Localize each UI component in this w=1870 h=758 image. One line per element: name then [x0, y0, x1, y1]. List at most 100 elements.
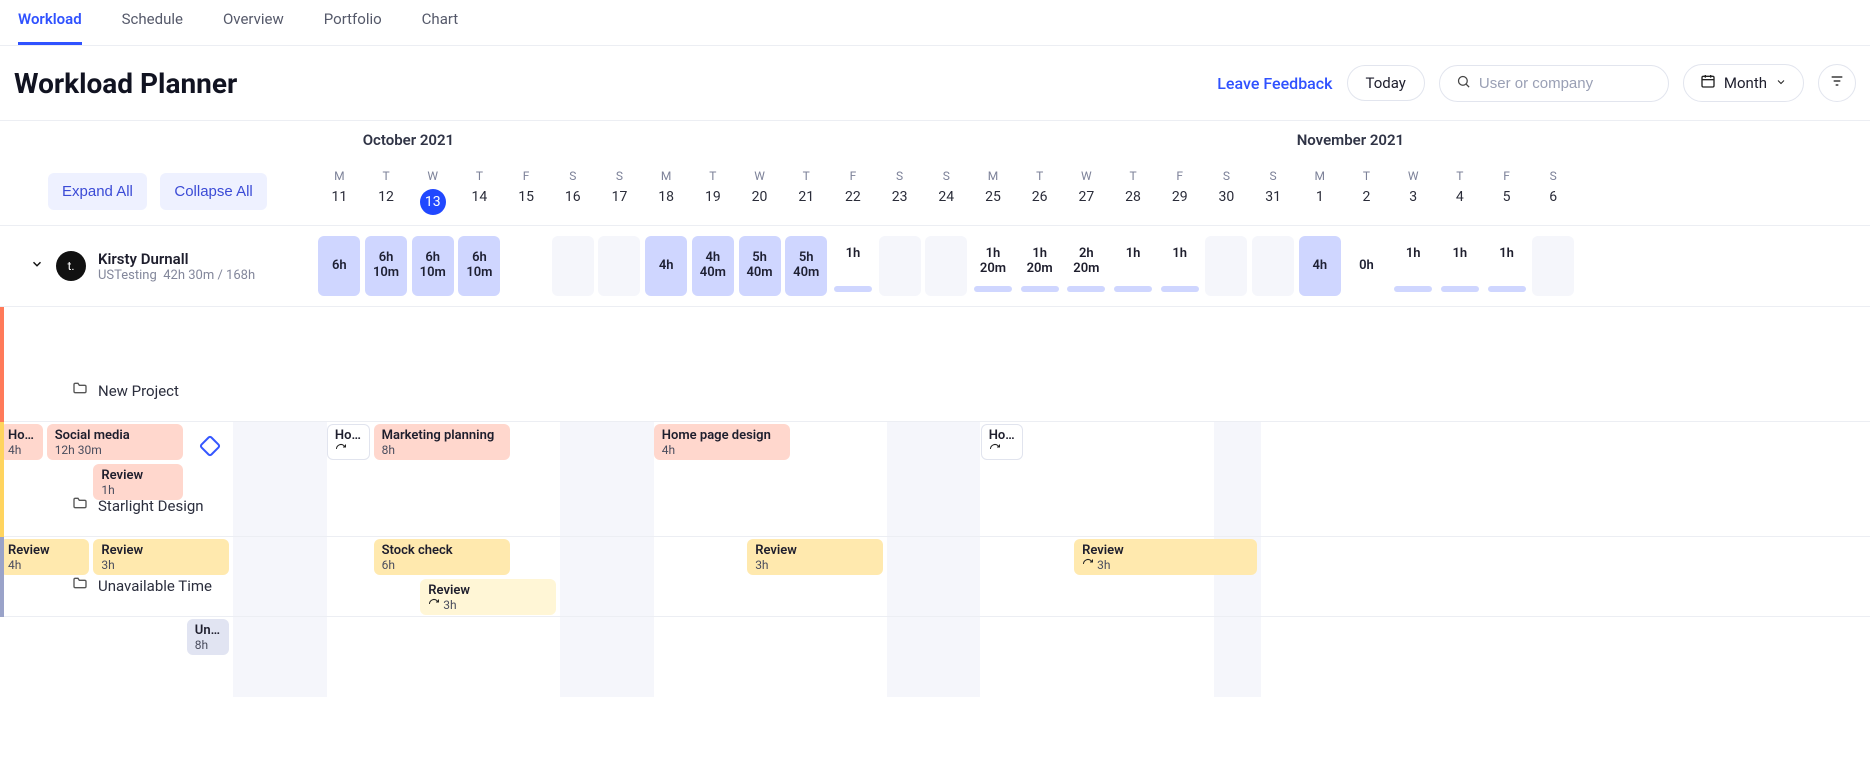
workload-cell[interactable]: 1h20m	[1016, 236, 1063, 296]
workload-cell[interactable]: 6h10m	[363, 236, 410, 296]
tab-schedule[interactable]: Schedule	[122, 10, 183, 45]
day-column[interactable]: M11	[316, 161, 363, 225]
filter-button[interactable]	[1818, 64, 1856, 102]
folder-icon	[72, 380, 88, 400]
person-name: Kirsty Durnall	[98, 250, 255, 268]
project-name[interactable]: New Project	[98, 382, 179, 400]
day-name: F	[1156, 169, 1203, 183]
expand-all-button[interactable]: Expand All	[48, 173, 147, 210]
workload-cell[interactable]	[876, 236, 923, 296]
day-column[interactable]: W13	[409, 161, 456, 225]
day-column[interactable]: T28	[1110, 161, 1157, 225]
workload-cell[interactable]: 6h10m	[456, 236, 503, 296]
day-column[interactable]: F22	[830, 161, 877, 225]
leave-feedback-link[interactable]: Leave Feedback	[1217, 74, 1332, 93]
day-column[interactable]: T14	[456, 161, 503, 225]
day-column[interactable]: M1	[1296, 161, 1343, 225]
day-column[interactable]: T12	[363, 161, 410, 225]
workload-cell[interactable]	[923, 236, 970, 296]
day-number: 19	[690, 189, 737, 205]
day-name: T	[456, 169, 503, 183]
day-number: 12	[363, 189, 410, 205]
day-number: 29	[1156, 189, 1203, 205]
workload-cell[interactable]	[1203, 236, 1250, 296]
day-number: 22	[830, 189, 877, 205]
month-label: November 2021	[1297, 131, 1404, 149]
tab-portfolio[interactable]: Portfolio	[324, 10, 382, 45]
workload-cell[interactable]	[549, 236, 596, 296]
project-name[interactable]: Starlight Design	[98, 497, 204, 515]
workload-cell[interactable]: 1h	[1156, 236, 1203, 296]
filter-icon	[1829, 73, 1845, 93]
workload-cell[interactable]: 4h	[643, 236, 690, 296]
day-name: F	[503, 169, 550, 183]
day-column[interactable]: T4	[1437, 161, 1484, 225]
day-column[interactable]: S31	[1250, 161, 1297, 225]
day-number: 15	[503, 189, 550, 205]
workload-cell[interactable]: 5h40m	[736, 236, 783, 296]
project-row: Unavailable TimeUn…8h	[0, 537, 1870, 617]
workload-cell[interactable]: 0h	[1343, 236, 1390, 296]
day-column[interactable]: M18	[643, 161, 690, 225]
day-name: M	[643, 169, 690, 183]
workload-cell[interactable]: 1h	[1437, 236, 1484, 296]
workload-cell[interactable]	[596, 236, 643, 296]
workload-cell[interactable]: 1h	[1110, 236, 1157, 296]
day-column[interactable]: S24	[923, 161, 970, 225]
search-input-wrap[interactable]	[1439, 65, 1669, 102]
day-column[interactable]: F 29	[1156, 161, 1203, 225]
today-button[interactable]: Today	[1347, 65, 1425, 101]
workload-cell[interactable]	[1250, 236, 1297, 296]
day-name: T	[1110, 169, 1157, 183]
day-column[interactable]: F 15	[503, 161, 550, 225]
tab-overview[interactable]: Overview	[223, 10, 284, 45]
tab-workload[interactable]: Workload	[18, 10, 82, 45]
workload-cell[interactable]: 4h40m	[690, 236, 737, 296]
day-name: M	[1296, 169, 1343, 183]
day-name: W	[736, 169, 783, 183]
task-bar[interactable]: Un…8h	[187, 619, 230, 655]
day-number: 25	[970, 189, 1017, 205]
day-name: M	[316, 169, 363, 183]
workload-cell[interactable]: 1h	[1483, 236, 1530, 296]
day-column[interactable]: M25	[970, 161, 1017, 225]
day-column[interactable]: S30	[1203, 161, 1250, 225]
month-label: October 2021	[363, 131, 454, 149]
workload-cell[interactable]: 6h	[316, 236, 363, 296]
day-column[interactable]: W20	[736, 161, 783, 225]
day-number: 26	[1016, 189, 1063, 205]
day-name: T	[1343, 169, 1390, 183]
workload-cell[interactable]	[1530, 236, 1577, 296]
project-name[interactable]: Unavailable Time	[98, 577, 212, 595]
collapse-all-button[interactable]: Collapse All	[160, 173, 266, 210]
tab-chart[interactable]: Chart	[422, 10, 459, 45]
workload-cell[interactable]: 1h	[1390, 236, 1437, 296]
chevron-down-icon[interactable]	[30, 257, 44, 275]
person-row[interactable]: t. Kirsty Durnall USTesting 42h 30m / 16…	[0, 226, 1870, 307]
day-column[interactable]: S23	[876, 161, 923, 225]
task-duration: 8h	[195, 638, 222, 652]
day-column[interactable]: F5	[1483, 161, 1530, 225]
day-column[interactable]: S16	[549, 161, 596, 225]
workload-cell[interactable]: 6h10m	[409, 236, 456, 296]
workload-cell[interactable]: 1h	[830, 236, 877, 296]
day-column[interactable]: T19	[690, 161, 737, 225]
day-column[interactable]: S6	[1530, 161, 1577, 225]
day-column[interactable]: T26	[1016, 161, 1063, 225]
project-row: New ProjectHo…4hSocial media12h 30mHo…4.…	[0, 307, 1870, 422]
day-name: S	[596, 169, 643, 183]
workload-cell[interactable]: 4h	[1296, 236, 1343, 296]
day-column[interactable]: W3	[1390, 161, 1437, 225]
workload-cell[interactable]: 5h40m	[783, 236, 830, 296]
day-column[interactable]: S17	[596, 161, 643, 225]
day-column[interactable]: W27	[1063, 161, 1110, 225]
day-column[interactable]: T21	[783, 161, 830, 225]
view-range-dropdown[interactable]: Month	[1683, 64, 1804, 102]
day-number: 13	[420, 189, 446, 215]
workload-cell[interactable]	[503, 236, 550, 296]
day-name: S	[1530, 169, 1577, 183]
workload-cell[interactable]: 1h20m	[970, 236, 1017, 296]
workload-cell[interactable]: 2h20m	[1063, 236, 1110, 296]
search-input[interactable]	[1479, 75, 1652, 92]
day-column[interactable]: T2	[1343, 161, 1390, 225]
